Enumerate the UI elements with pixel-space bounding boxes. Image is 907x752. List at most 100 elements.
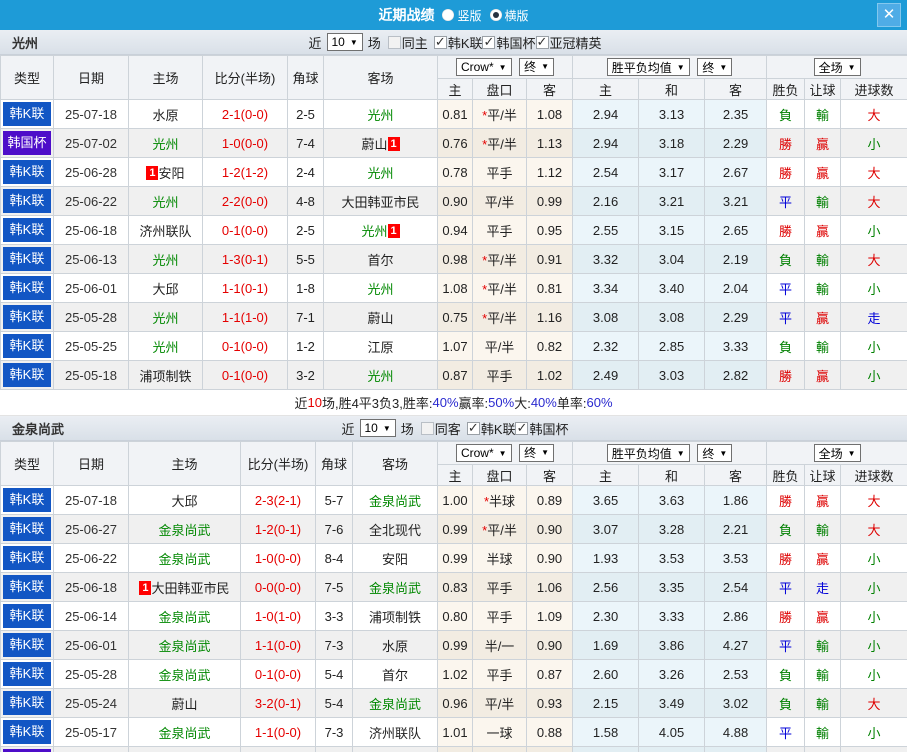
- avg-away: 3.21: [704, 186, 768, 216]
- match-type: 韩K联: [0, 302, 54, 332]
- close-button[interactable]: ✕: [877, 3, 901, 27]
- team-title: 光州: [12, 35, 39, 51]
- avg-away: 2.67: [704, 157, 768, 187]
- odds-away: 0.90: [525, 543, 574, 573]
- corners: 7-4: [287, 128, 324, 158]
- team-name: 光州: [361, 223, 388, 239]
- team-cell: 金泉尚武: [158, 726, 210, 741]
- league-filter-checkbox[interactable]: 韩K联: [466, 419, 515, 438]
- away-team: 光州: [323, 273, 438, 303]
- league-filter-checkbox[interactable]: 韩K联: [433, 33, 482, 52]
- team-cell: 蔚山: [367, 311, 393, 326]
- fullmatch-select[interactable]: 全场 ▼: [813, 58, 861, 76]
- score: 2-2(0-0): [202, 186, 288, 216]
- avg-away: 3.02: [704, 688, 768, 718]
- checkbox-icon[interactable]: [466, 420, 480, 436]
- result-wdl: 勝: [766, 157, 806, 187]
- team-name: 安阳: [158, 165, 185, 181]
- result-wdl: 平: [766, 630, 806, 660]
- home-team: 金泉尚武: [128, 514, 241, 544]
- avg-group-header: 胜平负均值 ▼ 终 ▼: [572, 441, 768, 465]
- radio-vertical-layout[interactable]: 竖版: [442, 7, 482, 24]
- team-name: 金泉尚武: [368, 696, 421, 712]
- bookmaker-select[interactable]: Crow* ▼: [455, 444, 512, 463]
- score: 0-1(0-0): [240, 659, 316, 689]
- sub-header-odds-away: 客: [525, 464, 574, 486]
- avg-draw: 3.13: [638, 99, 706, 129]
- away-team: 全北现代: [352, 514, 438, 544]
- league-badge: 韩K联: [3, 633, 51, 657]
- handicap: *平/半: [472, 99, 527, 129]
- odds-time-select[interactable]: 终 ▼: [519, 57, 555, 76]
- home-team: 光州: [128, 331, 203, 361]
- avg-away: 2.86: [704, 601, 768, 631]
- avg-select[interactable]: 胜平负均值 ▼: [606, 444, 690, 462]
- result-wdl: 勝: [766, 601, 806, 631]
- radio-horizontal-label: 横版: [504, 8, 529, 23]
- result-wdl: 勝: [766, 128, 806, 158]
- league-badge: 韩K联: [3, 517, 51, 541]
- recent-label: 近: [308, 35, 322, 51]
- summary-segment: 大:: [514, 396, 531, 411]
- checkbox-icon[interactable]: [420, 421, 434, 435]
- avg-draw: 3.08: [638, 302, 706, 332]
- match-date: 25-06-22: [53, 186, 129, 216]
- league-filter-checkbox[interactable]: 亚冠精英: [535, 33, 602, 52]
- recent-count-value: 10: [364, 421, 378, 435]
- team-cell: 光州: [152, 311, 178, 326]
- team-cell: 金泉尚武: [158, 523, 210, 538]
- venue-filter-checkbox[interactable]: 同客: [420, 419, 461, 438]
- avg-home: 2.49: [572, 360, 640, 390]
- team-cell: 安阳: [382, 552, 408, 567]
- avg-time-select[interactable]: 终 ▼: [697, 444, 733, 462]
- team-name: 安阳: [381, 551, 408, 567]
- avg-away: 4.88: [704, 717, 768, 747]
- red-card-badge: 1: [387, 223, 400, 238]
- team-name: 金泉尚武: [158, 522, 211, 538]
- league-badge: 韩K联: [3, 604, 51, 628]
- avg-select[interactable]: 胜平负均值 ▼: [606, 58, 690, 76]
- checkbox-icon[interactable]: [387, 35, 401, 49]
- odds-time-select[interactable]: 终 ▼: [519, 443, 555, 462]
- checkbox-icon[interactable]: [482, 34, 496, 50]
- fullmatch-select[interactable]: 全场 ▼: [813, 444, 861, 462]
- red-card-badge: 1: [387, 136, 400, 151]
- result-handicap: 輸: [804, 331, 842, 361]
- league-badge: 韩K联: [3, 691, 51, 715]
- avg-home: 1.93: [572, 543, 640, 573]
- result-handicap: 贏: [804, 128, 842, 158]
- radio-horizontal-layout[interactable]: 横版: [489, 7, 529, 24]
- checkbox-icon[interactable]: [535, 34, 549, 50]
- avg-home: 3.07: [572, 514, 640, 544]
- league-badge: 韩国杯: [3, 131, 51, 155]
- chevron-down-icon: ▼: [719, 448, 728, 458]
- result-wdl: 平: [766, 572, 806, 602]
- radio-unselected-icon[interactable]: [442, 9, 455, 21]
- match-date: 25-05-25: [53, 331, 129, 361]
- league-filter-checkbox[interactable]: 韩国杯: [482, 33, 536, 52]
- score: 1-1(0-0): [240, 717, 316, 747]
- radio-selected-icon[interactable]: [489, 9, 502, 21]
- away-team: 首尔: [352, 659, 438, 689]
- result-goals: 大: [840, 244, 907, 274]
- team-cell: 江原: [367, 340, 393, 355]
- avg-time-select[interactable]: 终 ▼: [697, 58, 733, 76]
- score: 0-1(0-0): [202, 215, 288, 245]
- venue-filter-checkbox[interactable]: 同主: [387, 33, 428, 52]
- result-handicap: 輸: [804, 630, 842, 660]
- bookmaker-select[interactable]: Crow* ▼: [455, 58, 512, 77]
- result-handicap: 輸: [804, 688, 842, 718]
- avg-home: 4.36: [572, 746, 640, 752]
- avg-home: 2.94: [572, 99, 640, 129]
- checkbox-icon[interactable]: [515, 420, 529, 436]
- league-filter-checkbox[interactable]: 韩国杯: [515, 419, 569, 438]
- odds-home: 0.90: [437, 186, 473, 216]
- red-card-badge: 1: [139, 580, 152, 595]
- odds-away: 0.99: [525, 186, 574, 216]
- checkbox-icon[interactable]: [433, 34, 447, 50]
- recent-count-select[interactable]: 10 ▼: [326, 33, 363, 51]
- recent-count-select[interactable]: 10 ▼: [359, 419, 396, 437]
- home-team: 金泉尚武: [128, 659, 241, 689]
- chevron-down-icon: ▼: [382, 423, 391, 433]
- odds-home: 0.98: [437, 244, 473, 274]
